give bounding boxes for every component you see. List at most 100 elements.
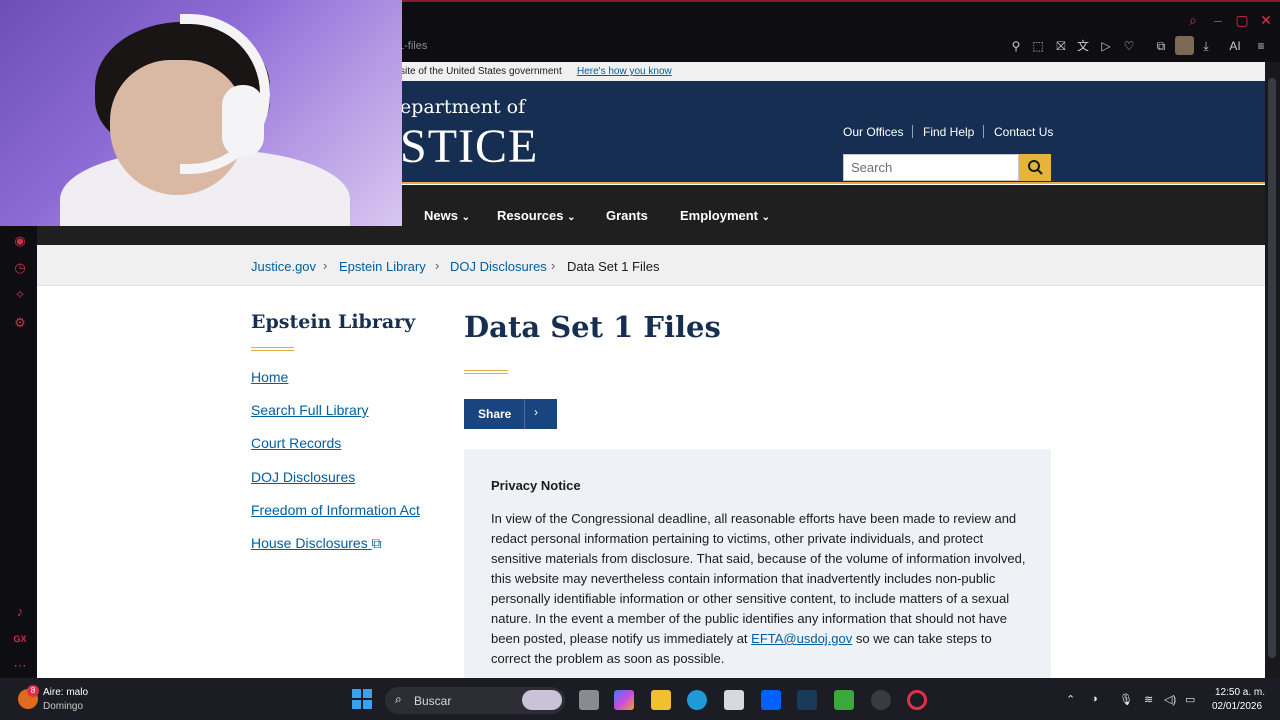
sidebar-link-house-disclosures[interactable]: House Disclosures ⧉: [251, 535, 382, 552]
nav-label: News: [424, 208, 458, 223]
play-icon[interactable]: ▷: [1098, 38, 1114, 54]
store-icon[interactable]: [724, 690, 744, 710]
chevron-down-icon: ⌄: [461, 212, 470, 223]
nav-news[interactable]: News ⌄: [424, 208, 470, 223]
player-icon[interactable]: ◉: [12, 233, 28, 249]
search-input[interactable]: Search: [843, 154, 1019, 181]
contact-us-link[interactable]: Contact Us: [994, 125, 1053, 139]
opera-gx-icon[interactable]: [907, 690, 927, 710]
close-icon[interactable]: ✕: [1258, 12, 1274, 28]
settings-icon[interactable]: ⚙: [12, 315, 28, 331]
profile-avatar[interactable]: [1175, 36, 1194, 55]
copilot-icon[interactable]: [614, 690, 634, 710]
nav-label: Employment: [680, 208, 759, 223]
browser-sidebar: ◉ ◷ ✧ ⚙ ♪ GX ⋯: [0, 226, 37, 678]
notice-text: In view of the Congressional deadline, a…: [491, 511, 1026, 646]
adblock-icon[interactable]: ⛝: [1053, 38, 1069, 54]
chevron-right-icon: ›: [435, 258, 440, 273]
chevron-right-icon: ›: [551, 258, 556, 273]
wifi-icon[interactable]: ≋: [1144, 693, 1153, 706]
breadcrumb-justice[interactable]: Justice.gov: [251, 259, 316, 274]
gov-banner-text: site of the United States government: [400, 66, 562, 77]
weather-badge: 8: [27, 685, 39, 697]
share-divider: [524, 399, 525, 429]
nav-label: Resources: [497, 208, 564, 223]
search-icon: [1028, 160, 1043, 175]
sidebar-link-foia[interactable]: Freedom of Information Act: [251, 502, 420, 518]
link-divider: [912, 125, 913, 138]
chevron-right-icon: ›: [323, 258, 328, 273]
sidebar-link-home[interactable]: Home: [251, 369, 288, 385]
taskbar: [0, 678, 1280, 720]
maximize-icon[interactable]: ▢: [1234, 12, 1250, 28]
breadcrumb: Justice.gov › Epstein Library › DOJ Disc…: [37, 245, 1265, 286]
more-icon[interactable]: ⋯: [12, 658, 28, 674]
sidebar-link-search-full-library[interactable]: Search Full Library: [251, 402, 369, 418]
weather-day: Domingo: [43, 701, 84, 712]
clock-time[interactable]: 12:50 a. m.: [1215, 687, 1265, 698]
steam-icon[interactable]: [871, 690, 891, 710]
nav-grants[interactable]: Grants: [606, 208, 648, 223]
ai-label: AI: [1229, 39, 1241, 53]
minecraft-icon[interactable]: [834, 690, 854, 710]
search-icon[interactable]: ⌕: [1185, 12, 1201, 28]
webcam-overlay: [0, 0, 402, 226]
headphone-cup: [222, 85, 264, 157]
edge-icon[interactable]: [687, 690, 707, 710]
app-icon[interactable]: [797, 690, 817, 710]
taskbar-search-label: Buscar: [414, 694, 452, 708]
search-icon: ⌕: [395, 692, 402, 706]
privacy-notice-body: In view of the Congressional deadline, a…: [491, 509, 1031, 669]
sidebar-link-court-records[interactable]: Court Records: [251, 435, 341, 451]
windows-start-icon[interactable]: [352, 689, 372, 709]
volume-icon[interactable]: ◁): [1164, 693, 1176, 706]
menu-icon[interactable]: ≡: [1253, 38, 1269, 54]
email-link[interactable]: EFTA@usdoj.gov: [751, 631, 852, 646]
gov-banner-link[interactable]: Here's how you know: [577, 66, 672, 77]
battery-icon[interactable]: ▭: [1185, 693, 1195, 706]
link-divider: [983, 125, 984, 138]
title-rule: [251, 347, 294, 351]
find-help-link[interactable]: Find Help: [923, 125, 974, 139]
search-highlight-icon[interactable]: [522, 690, 562, 710]
sidebar-title: Epstein Library: [251, 311, 416, 333]
pin-icon[interactable]: ⚲: [1008, 38, 1024, 54]
chevron-up-icon[interactable]: ⌃: [1066, 693, 1075, 706]
chevron-right-icon: ›: [534, 405, 538, 419]
sidebar-link-doj-disclosures[interactable]: DOJ Disclosures: [251, 469, 355, 485]
snapshot-icon[interactable]: ⬚: [1030, 38, 1046, 54]
gx-icon[interactable]: GX: [12, 631, 28, 647]
tiktok-icon[interactable]: ♪: [12, 604, 28, 620]
extensions-icon[interactable]: ⧉: [1153, 38, 1169, 54]
breadcrumb-doj-disclosures[interactable]: DOJ Disclosures: [450, 259, 547, 274]
page-title: Data Set 1 Files: [464, 310, 721, 344]
download-icon[interactable]: ⤓: [1198, 38, 1214, 54]
network-alert-icon[interactable]: ◑: [1091, 693, 1098, 705]
share-label: Share: [478, 407, 512, 421]
nav-resources[interactable]: Resources ⌄: [497, 208, 576, 223]
nav-employment[interactable]: Employment ⌄: [680, 208, 770, 223]
breadcrumb-current: Data Set 1 Files: [567, 259, 660, 274]
department-of-label: epartment of: [400, 96, 526, 118]
our-offices-link[interactable]: Our Offices: [843, 125, 903, 139]
breadcrumb-epstein-library[interactable]: Epstein Library: [339, 259, 426, 274]
microphone-icon[interactable]: 🎙: [1119, 693, 1133, 706]
heart-icon[interactable]: ♡: [1121, 38, 1137, 54]
history-icon[interactable]: ◷: [12, 260, 28, 276]
ai-button[interactable]: AI: [1222, 38, 1248, 54]
file-explorer-icon[interactable]: [651, 690, 671, 710]
url-text[interactable]: 1-files: [398, 40, 427, 52]
search-button[interactable]: [1019, 154, 1051, 181]
chevron-down-icon: ⌄: [567, 212, 576, 223]
task-view-icon[interactable]: [579, 690, 599, 710]
translate-icon[interactable]: 文: [1075, 38, 1091, 54]
scrollbar-thumb[interactable]: [1268, 78, 1276, 658]
privacy-notice-title: Privacy Notice: [491, 478, 581, 493]
weather-status[interactable]: Aire: malo: [43, 687, 88, 698]
extensions-sidebar-icon[interactable]: ✧: [12, 287, 28, 303]
justice-logo-text[interactable]: STICE: [400, 119, 538, 174]
dropbox-icon[interactable]: [761, 690, 781, 710]
clock-date[interactable]: 02/01/2026: [1212, 701, 1262, 712]
minimize-icon[interactable]: –: [1210, 12, 1226, 28]
sidebar-link-label: House Disclosures: [251, 535, 368, 551]
